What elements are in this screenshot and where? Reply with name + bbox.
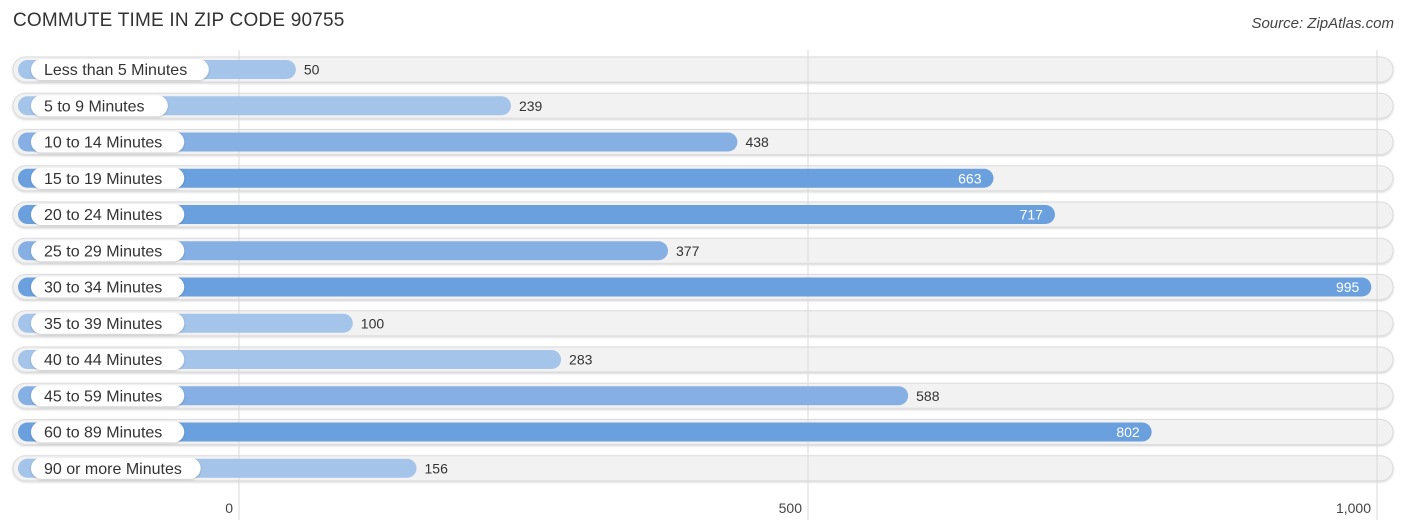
value-label: 156 bbox=[425, 460, 449, 476]
value-label: 588 bbox=[916, 388, 940, 404]
x-tick-label: 500 bbox=[779, 500, 803, 516]
category-label: 45 to 59 Minutes bbox=[44, 388, 162, 405]
category-label: 90 or more Minutes bbox=[44, 461, 182, 478]
bars: Less than 5 Minutes 50 5 to 9 Minutes 239 10… bbox=[18, 59, 1372, 479]
value-label: 100 bbox=[361, 315, 385, 331]
category-label: 15 to 19 Minutes bbox=[44, 171, 162, 188]
value-label: 239 bbox=[519, 98, 543, 114]
value-label: 50 bbox=[304, 62, 320, 78]
bar bbox=[18, 277, 1372, 297]
value-label: 283 bbox=[569, 352, 593, 368]
x-tick-label: 0 bbox=[225, 500, 233, 516]
value-label: 377 bbox=[676, 243, 700, 259]
category-label: 5 to 9 Minutes bbox=[44, 98, 145, 115]
x-axis-ticks: 0 500 1,000 bbox=[225, 500, 1371, 516]
value-label: 995 bbox=[1336, 279, 1360, 295]
category-label: 40 to 44 Minutes bbox=[44, 352, 162, 369]
category-label: 25 to 29 Minutes bbox=[44, 243, 162, 260]
value-label: 717 bbox=[1020, 207, 1044, 223]
x-tick-label: 1,000 bbox=[1336, 500, 1371, 516]
value-label: 663 bbox=[958, 170, 982, 186]
category-label: 20 to 24 Minutes bbox=[44, 207, 162, 224]
category-label: 10 to 14 Minutes bbox=[44, 135, 162, 152]
category-label: 35 to 39 Minutes bbox=[44, 316, 162, 333]
category-label: 60 to 89 Minutes bbox=[44, 425, 162, 442]
category-label: Less than 5 Minutes bbox=[44, 62, 187, 79]
bar bbox=[18, 422, 1152, 442]
category-label: 30 to 34 Minutes bbox=[44, 280, 162, 297]
value-label: 802 bbox=[1116, 424, 1140, 440]
bar-chart: Less than 5 Minutes 50 5 to 9 Minutes 239 10… bbox=[12, 50, 1394, 520]
value-label: 438 bbox=[745, 134, 769, 150]
bar-tracks bbox=[12, 56, 1394, 482]
